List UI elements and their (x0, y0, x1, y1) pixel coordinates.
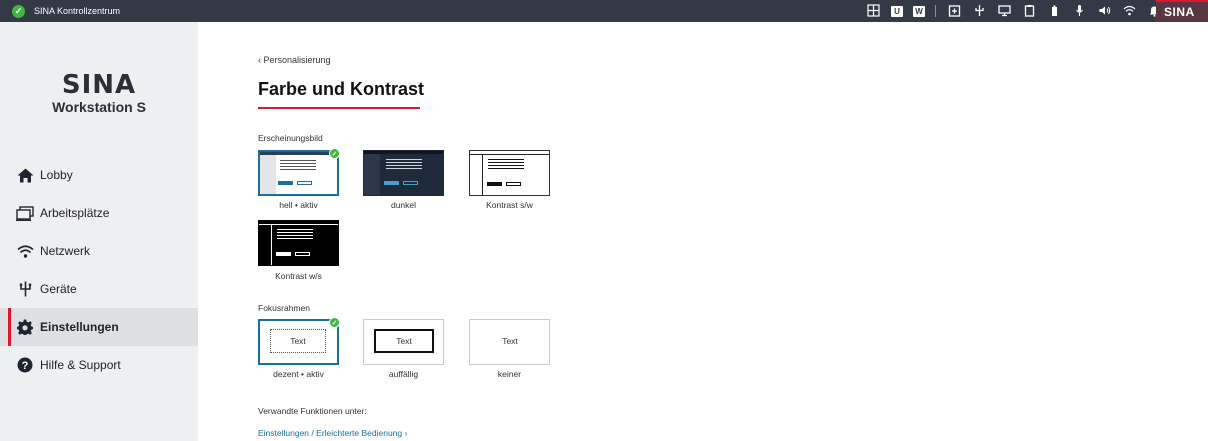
usb-icon (16, 280, 34, 298)
sina-logo: SINA Workstation S (0, 72, 198, 116)
preview-sidebar (260, 155, 276, 194)
sidebar-item-lobby[interactable]: Lobby (0, 156, 198, 194)
preview-lines (280, 160, 316, 172)
sidebar: SINA Workstation S Lobby Arbeitsplätze N… (0, 22, 198, 441)
focus-option-label: dezent • aktiv (273, 369, 324, 379)
sidebar-item-hilfe[interactable]: ? Hilfe & Support (0, 346, 198, 384)
wifi-icon[interactable] (1122, 4, 1136, 18)
theme-option-label: dunkel (390, 200, 417, 210)
theme-option-label: Kontrast s/w (486, 200, 533, 210)
sidebar-item-label: Hilfe & Support (40, 358, 121, 372)
sidebar-item-netzwerk[interactable]: Netzwerk (0, 232, 198, 270)
theme-option-kontrast-sw[interactable] (469, 150, 550, 196)
svg-text:?: ? (22, 360, 29, 372)
sidebar-item-label: Lobby (40, 168, 73, 182)
preview-lines (488, 159, 524, 171)
sidebar-item-einstellungen[interactable]: Einstellungen (0, 308, 198, 346)
logo-mark: SINA (61, 70, 137, 100)
breadcrumb[interactable]: ‹ Personalisierung (258, 55, 331, 65)
monitor-icon[interactable] (997, 4, 1011, 18)
appearance-heading: Erscheinungsbild (258, 133, 323, 143)
tray-separator (935, 5, 936, 17)
u-badge-icon[interactable]: U (891, 5, 903, 17)
preview-primary-button (278, 181, 293, 185)
gear-icon (16, 318, 34, 336)
theme-option-kontrast-ws[interactable] (258, 220, 339, 266)
related-settings-link[interactable]: Einstellungen / Erleichterte Bedienung › (258, 428, 407, 438)
preview-lines (386, 159, 422, 171)
preview-secondary-button (295, 252, 310, 256)
window-title-area: ✓ SINA Kontrollzentrum (12, 0, 120, 22)
speaker-icon[interactable] (1097, 4, 1111, 18)
focus-heading: Fokusrahmen (258, 303, 310, 313)
page-title: Farbe und Kontrast (258, 79, 425, 99)
preview-primary-button (487, 182, 502, 186)
help-icon: ? (16, 356, 34, 374)
preview-sidebar (271, 225, 272, 265)
focus-preview-text: Text (270, 329, 326, 353)
grid-icon[interactable] (866, 4, 880, 18)
status-check-icon: ✓ (12, 4, 25, 18)
theme-option-label: Kontrast w/s (275, 271, 322, 281)
sidebar-item-arbeitsplaetze[interactable]: Arbeitsplätze (0, 194, 198, 232)
focus-preview-text: Text (502, 336, 518, 346)
selected-check-icon: ✓ (329, 148, 340, 159)
microphone-icon[interactable] (1072, 4, 1086, 18)
preview-primary-button (384, 181, 399, 185)
focus-option-dezent[interactable]: Text ✓ (258, 317, 340, 365)
focus-option-label: keiner (497, 369, 522, 379)
sidebar-item-label: Arbeitsplätze (40, 206, 110, 220)
preview-sidebar (482, 155, 483, 195)
focus-preview-text: Text (374, 329, 434, 353)
logo-subtitle: Workstation S (52, 99, 146, 115)
theme-option-label: hell • aktiv (279, 200, 318, 210)
w-badge-icon[interactable]: W (913, 5, 925, 17)
selected-check-icon: ✓ (329, 317, 340, 328)
sidebar-item-geraete[interactable]: Geräte (0, 270, 198, 308)
sidebar-item-label: Einstellungen (40, 320, 119, 334)
preview-lines (277, 229, 313, 241)
focus-option-label: auffällig (388, 369, 419, 379)
preview-sidebar (364, 154, 380, 195)
preview-secondary-button (403, 181, 418, 185)
sidebar-item-label: Netzwerk (40, 244, 91, 258)
top-bar: ✓ SINA Kontrollzentrum U W SINA (0, 0, 1208, 22)
theme-option-hell[interactable]: ✓ (258, 148, 340, 196)
system-tray: U W (866, 0, 1172, 22)
plus-window-icon[interactable] (947, 4, 961, 18)
usb-icon[interactable] (972, 4, 986, 18)
battery-icon[interactable] (1047, 4, 1061, 18)
focus-option-keiner[interactable]: Text (469, 319, 550, 365)
sina-brand-menu[interactable]: SINA (1156, 0, 1208, 22)
sidebar-nav: Lobby Arbeitsplätze Netzwerk Geräte Eins… (0, 156, 198, 384)
preview-primary-button (276, 252, 291, 256)
workspace-icon (16, 204, 34, 222)
focus-option-auffaellig[interactable]: Text (363, 319, 444, 365)
title-underline (258, 107, 420, 109)
home-icon (16, 166, 34, 184)
preview-secondary-button (297, 181, 312, 185)
sidebar-item-label: Geräte (40, 282, 77, 296)
window-title: SINA Kontrollzentrum (34, 6, 121, 16)
theme-option-dunkel[interactable] (363, 150, 444, 196)
preview-secondary-button (506, 182, 521, 186)
clipboard-icon[interactable] (1022, 4, 1036, 18)
related-heading: Verwandte Funktionen unter: (258, 406, 367, 416)
wifi-icon (16, 242, 34, 260)
